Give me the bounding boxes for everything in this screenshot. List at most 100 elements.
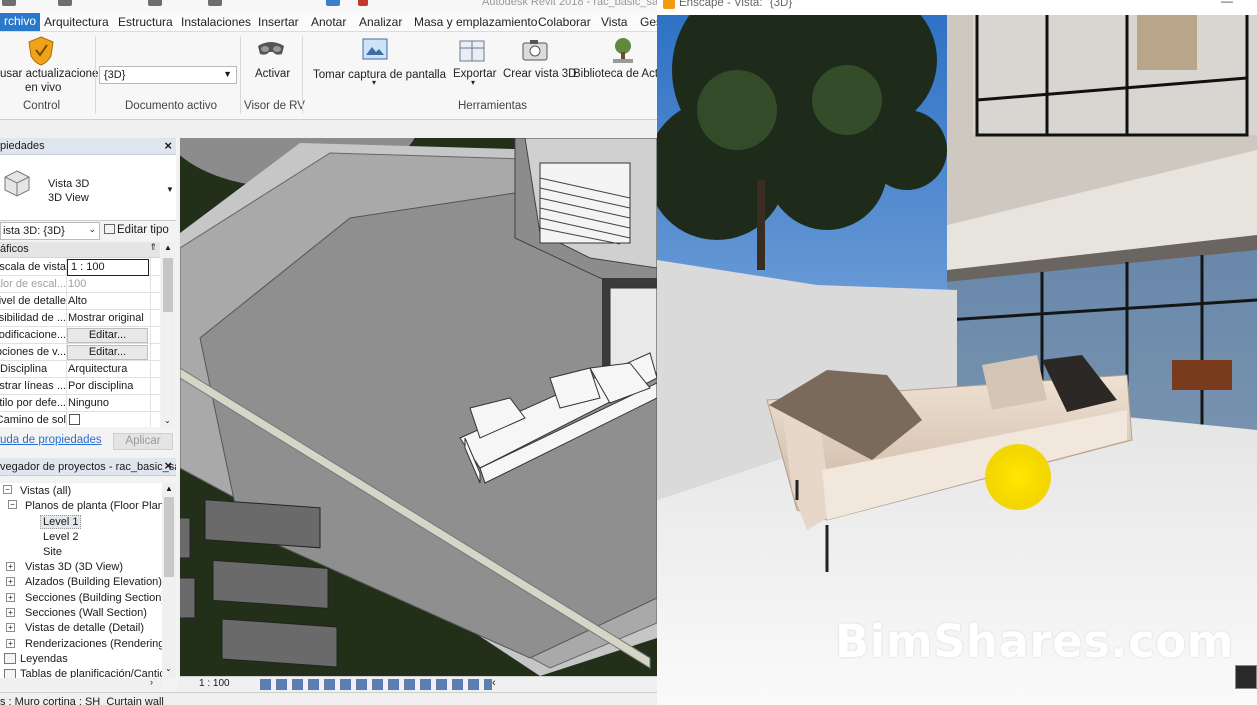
print-icon[interactable] bbox=[148, 0, 162, 6]
vr-goggles-icon[interactable] bbox=[256, 40, 286, 60]
chevron-right-icon[interactable]: › bbox=[150, 677, 153, 687]
corner-widget-icon[interactable] bbox=[1235, 665, 1257, 689]
tree-item-floor-plans[interactable]: Planos de planta (Floor Plan bbox=[25, 500, 162, 512]
live-updates-button-line2[interactable]: en vivo bbox=[25, 82, 61, 94]
quick-access-icon[interactable] bbox=[208, 0, 222, 6]
type-selector-box[interactable]: Vista 3D 3D View ▼ bbox=[0, 155, 176, 221]
property-value[interactable]: Alto bbox=[68, 295, 87, 307]
menu-instalaciones[interactable]: Instalaciones bbox=[181, 15, 251, 29]
expand-icon[interactable]: + bbox=[6, 593, 15, 602]
shield-icon[interactable] bbox=[27, 36, 55, 66]
active-document-select[interactable]: {3D} ▼ bbox=[99, 66, 237, 84]
property-value: 100 bbox=[68, 278, 87, 290]
property-value[interactable]: Ninguno bbox=[68, 397, 109, 409]
tree-item-sections[interactable]: Secciones (Building Section) bbox=[25, 592, 162, 604]
minimize-icon[interactable]: — bbox=[1221, 0, 1233, 8]
tree-item-wall-sections[interactable]: Secciones (Wall Section) bbox=[25, 607, 147, 619]
properties-scrollbar[interactable]: ▲ ⌄ bbox=[161, 242, 175, 427]
tree-item-renderings[interactable]: Renderizaciones (Rendering bbox=[25, 638, 162, 650]
status-bar: s : Muro cortina : SH_Curtain wall bbox=[0, 692, 657, 705]
scrollbar-thumb[interactable] bbox=[163, 258, 173, 312]
collapse-icon[interactable]: − bbox=[8, 500, 17, 509]
properties-group-graphics[interactable]: áficos ⇑ bbox=[0, 242, 160, 258]
expand-icon[interactable]: + bbox=[6, 639, 15, 648]
menu-insertar[interactable]: Insertar bbox=[258, 15, 299, 29]
tree-item-site[interactable]: Site bbox=[43, 546, 62, 558]
chevron-up-icon[interactable]: ▲ bbox=[165, 484, 173, 493]
project-browser-header: vegador de proyectos - rac_basic_sa... × bbox=[0, 458, 176, 476]
scrollbar-thumb[interactable] bbox=[164, 497, 174, 577]
close-icon[interactable]: × bbox=[164, 138, 172, 153]
property-value[interactable]: Por disciplina bbox=[68, 380, 133, 392]
asset-library-button[interactable]: Biblioteca de Acti bbox=[573, 68, 657, 80]
property-key: Nivel de detalle bbox=[0, 295, 66, 307]
tree-item-detail-views[interactable]: Vistas de detalle (Detail) bbox=[25, 622, 144, 634]
quick-access-icon[interactable] bbox=[58, 0, 72, 6]
export-icon[interactable] bbox=[458, 38, 486, 64]
tree-item-level-1[interactable]: Level 1 bbox=[40, 515, 82, 529]
chevron-down-icon[interactable]: ⌄ bbox=[165, 664, 172, 673]
chevron-down-icon[interactable]: ▼ bbox=[166, 185, 174, 194]
screenshot-icon[interactable] bbox=[362, 38, 388, 62]
property-value[interactable]: Arquitectura bbox=[68, 363, 127, 375]
collapse-icon[interactable]: − bbox=[3, 485, 12, 494]
instance-type-select[interactable]: ista 3D: {3D} ⌄ bbox=[0, 222, 100, 240]
menu-analizar[interactable]: Analizar bbox=[359, 15, 402, 29]
menu-arquitectura[interactable]: Arquitectura bbox=[44, 15, 109, 29]
menu-archivo[interactable]: rchivo bbox=[0, 13, 41, 31]
chevron-down-icon[interactable]: ⌄ bbox=[164, 416, 171, 425]
menu-masa[interactable]: Masa y emplazamiento bbox=[414, 15, 537, 29]
chevron-left-icon[interactable]: ‹ bbox=[492, 677, 496, 689]
apply-button[interactable]: Aplicar bbox=[113, 433, 173, 450]
live-updates-button-line1[interactable]: usar actualizaciones bbox=[0, 68, 104, 80]
quick-access-icon[interactable] bbox=[326, 0, 340, 6]
revit-3d-viewport[interactable] bbox=[180, 138, 657, 676]
property-row: Nivel de detalleAlto bbox=[0, 293, 160, 310]
activate-button[interactable]: Activar bbox=[255, 68, 290, 80]
properties-title: piedades bbox=[0, 140, 45, 152]
tree-item-level-2[interactable]: Level 2 bbox=[43, 531, 78, 543]
edit-button[interactable]: Editar... bbox=[67, 345, 148, 360]
enscape-render[interactable] bbox=[657, 0, 1257, 705]
edit-button[interactable]: Editar... bbox=[67, 328, 148, 343]
close-hidden-icon[interactable] bbox=[358, 0, 368, 6]
properties-help-link[interactable]: uda de propiedades bbox=[0, 434, 102, 446]
tree-item-legends[interactable]: Leyendas bbox=[20, 653, 68, 665]
edit-type-button[interactable]: Editar tipo bbox=[104, 224, 169, 236]
menu-vista[interactable]: Vista bbox=[601, 15, 627, 29]
expand-icon[interactable]: + bbox=[6, 562, 15, 571]
chevron-up-icon[interactable]: ▲ bbox=[164, 243, 172, 252]
create-3d-view-button[interactable]: Crear vista 3D bbox=[503, 68, 577, 80]
menu-anotar[interactable]: Anotar bbox=[311, 15, 346, 29]
sun-path-checkbox[interactable] bbox=[69, 414, 80, 425]
camera-icon[interactable] bbox=[521, 38, 549, 62]
close-icon[interactable]: × bbox=[164, 458, 172, 473]
tree-item-views[interactable]: Vistas (all) bbox=[20, 485, 71, 497]
active-document-value: {3D} bbox=[104, 69, 126, 81]
project-browser-title: vegador de proyectos - rac_basic_sa... bbox=[0, 461, 176, 473]
expand-icon[interactable]: + bbox=[6, 577, 15, 586]
chevron-down-icon[interactable]: ▾ bbox=[372, 78, 376, 87]
property-value[interactable]: Mostrar original bbox=[68, 312, 144, 324]
control-group-title: Control bbox=[23, 100, 61, 112]
expand-icon[interactable]: + bbox=[6, 608, 15, 617]
browser-scrollbar[interactable]: ▲ ⌄ bbox=[162, 483, 176, 678]
expand-icon[interactable]: + bbox=[6, 623, 15, 632]
tree-item-schedules[interactable]: Tablas de planificación/Cantic bbox=[20, 668, 162, 678]
view-scale-label[interactable]: 1 : 100 bbox=[199, 678, 230, 689]
tree-item-3d-views[interactable]: Vistas 3D (3D View) bbox=[25, 561, 123, 573]
collapse-icon[interactable]: ⇑ bbox=[149, 242, 157, 253]
menu-gestionar[interactable]: Ges bbox=[640, 15, 657, 29]
view-scale-input[interactable]: 1 : 100 bbox=[67, 259, 149, 276]
browser-hscrollbar[interactable]: › bbox=[0, 677, 162, 690]
menu-estructura[interactable]: Estructura bbox=[118, 15, 173, 29]
tree-item-elevations[interactable]: Alzados (Building Elevation) bbox=[25, 576, 162, 588]
enscape-window: Enscape - Vista: "{3D}" — BimShares.com bbox=[657, 0, 1257, 705]
take-screenshot-button[interactable]: Tomar captura de pantalla bbox=[313, 69, 446, 81]
quick-access-icon[interactable] bbox=[2, 0, 16, 6]
view-control-icons[interactable] bbox=[260, 679, 492, 690]
chevron-down-icon[interactable]: ▾ bbox=[471, 78, 475, 87]
property-row: Estilo por defe...Ninguno bbox=[0, 395, 160, 412]
asset-library-icon[interactable] bbox=[610, 36, 636, 64]
menu-colaborar[interactable]: Colaborar bbox=[538, 15, 591, 29]
